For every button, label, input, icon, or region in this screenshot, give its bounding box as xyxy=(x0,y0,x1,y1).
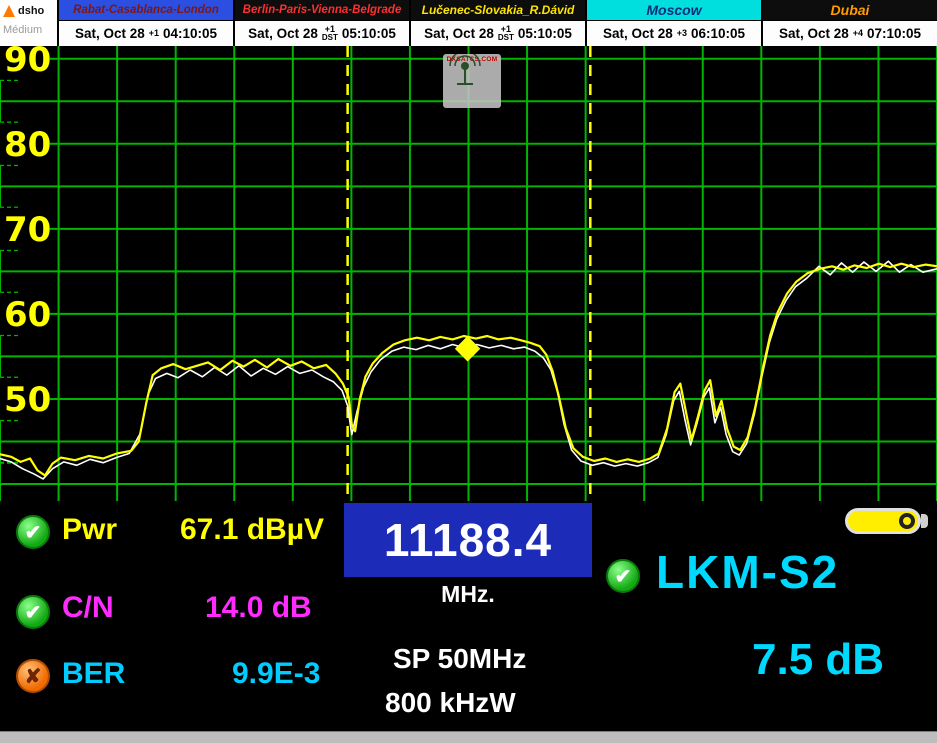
dxsatcs-watermark: DXSATCS.COM xyxy=(443,54,501,108)
clock-datetime: Sat, Oct 28 +1 DST 05:10:05 xyxy=(235,21,409,46)
clock-lucenec-slovakia: Lučenec-Slovakia_R.Dávid Sat, Oct 28 +1 … xyxy=(409,0,585,46)
clock-timezone: +4 xyxy=(853,29,863,38)
clock-date: Sat, Oct 28 xyxy=(779,26,849,41)
spectrum-chart: 90 80 70 60 50 xyxy=(0,46,937,501)
clock-berlin-paris-vienna-belgrade: Berlin-Paris-Vienna-Belgrade Sat, Oct 28… xyxy=(233,0,409,46)
clock-datetime: Sat, Oct 28 +4 07:10:05 xyxy=(763,21,937,46)
clock-time: 06:10:05 xyxy=(691,26,745,41)
frequency-value: 11188.4 xyxy=(384,513,552,567)
spectrum-display: 90 80 70 60 50 DXSATCS.COM xyxy=(0,46,937,501)
ber-fail-icon: ✘ xyxy=(16,659,50,693)
clock-utc-offset: +1 xyxy=(149,29,159,38)
clock-rabat-casablanca-london: Rabat-Casablanca-London Sat, Oct 28 +1 0… xyxy=(57,0,233,46)
clock-city-label: Berlin-Paris-Vienna-Belgrade xyxy=(235,0,409,21)
vlc-title-row: dsho xyxy=(3,2,57,20)
lock-ok-icon: ✔ xyxy=(606,559,640,593)
battery-charge-dot xyxy=(899,513,915,529)
clock-utc-offset: +3 xyxy=(677,29,687,38)
menu-item-medium[interactable]: Médium xyxy=(3,24,57,36)
clock-city-label: Moscow xyxy=(587,0,761,21)
svg-text:50: 50 xyxy=(4,380,51,420)
measurement-panel: ✔ Pwr 67.1 dBµV 11188.4 MHz. ✔ LKM-S2 ✔ … xyxy=(0,501,937,731)
ber-label: BER xyxy=(62,657,125,691)
pwr-value: 67.1 dBµV xyxy=(180,513,324,547)
clock-datetime: Sat, Oct 28 +3 06:10:05 xyxy=(587,21,761,46)
satellite-antenna-icon xyxy=(443,54,487,88)
clock-timezone: +1 xyxy=(149,29,159,38)
cn-label: C/N xyxy=(62,591,114,625)
clock-date: Sat, Oct 28 xyxy=(75,26,145,41)
clock-date: Sat, Oct 28 xyxy=(424,26,494,41)
span-readout: SP 50MHz xyxy=(393,643,526,675)
clock-datetime: Sat, Oct 28 +1 DST 05:10:05 xyxy=(411,21,585,46)
clock-city-label: Lučenec-Slovakia_R.Dávid xyxy=(411,0,585,21)
clock-dst-flag: DST xyxy=(322,34,338,42)
svg-text:80: 80 xyxy=(4,125,51,165)
battery-tip xyxy=(921,514,928,528)
svg-text:70: 70 xyxy=(4,210,51,250)
pwr-label: Pwr xyxy=(62,513,117,547)
svg-text:60: 60 xyxy=(4,295,51,335)
clock-date: Sat, Oct 28 xyxy=(248,26,318,41)
ber-value: 9.9E-3 xyxy=(232,657,320,691)
world-clock-bar: dsho Médium Rabat-Casablanca-London Sat,… xyxy=(0,0,937,46)
battery-body xyxy=(845,508,921,534)
svg-text:90: 90 xyxy=(4,46,51,80)
clock-time: 07:10:05 xyxy=(867,26,921,41)
clock-time: 05:10:05 xyxy=(342,26,396,41)
cn-value: 14.0 dB xyxy=(205,591,312,625)
clock-utc-offset: +4 xyxy=(853,29,863,38)
window-title: dsho xyxy=(18,5,44,17)
link-margin-value: 7.5 dB xyxy=(752,635,884,685)
frequency-display: 11188.4 xyxy=(344,503,592,577)
clock-datetime: Sat, Oct 28 +1 04:10:05 xyxy=(59,21,233,46)
vlc-cone-icon xyxy=(3,5,15,17)
clock-dst-flag: DST xyxy=(498,34,514,42)
vlc-title-area: dsho Médium xyxy=(0,0,57,46)
clock-moscow: Moscow Sat, Oct 28 +3 06:10:05 xyxy=(585,0,761,46)
clock-date: Sat, Oct 28 xyxy=(603,26,673,41)
frequency-unit: MHz. xyxy=(344,581,592,608)
bandwidth-readout: 800 kHzW xyxy=(385,687,516,719)
clock-dubai: Dubai Sat, Oct 28 +4 07:10:05 xyxy=(761,0,937,46)
satellite-meter-screen: dsho Médium Rabat-Casablanca-London Sat,… xyxy=(0,0,937,743)
clock-time: 04:10:05 xyxy=(163,26,217,41)
standard-value: LKM-S2 xyxy=(656,545,839,599)
cn-ok-icon: ✔ xyxy=(16,595,50,629)
clock-city-label: Rabat-Casablanca-London xyxy=(59,0,233,21)
clock-time: 05:10:05 xyxy=(518,26,572,41)
bottom-bar xyxy=(0,731,937,743)
clock-timezone: +1 DST xyxy=(498,25,514,43)
clock-city-label: Dubai xyxy=(763,0,937,21)
clock-timezone: +1 DST xyxy=(322,25,338,43)
clock-timezone: +3 xyxy=(677,29,687,38)
battery-icon xyxy=(845,508,928,534)
pwr-ok-icon: ✔ xyxy=(16,515,50,549)
